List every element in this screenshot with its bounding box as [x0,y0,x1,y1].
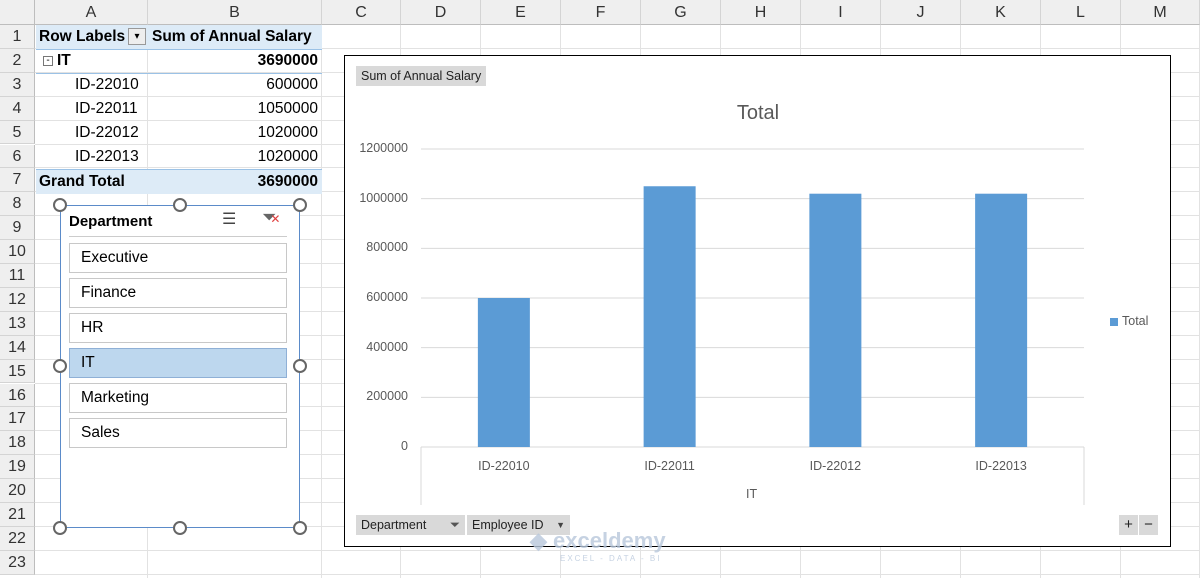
collapse-button[interactable]: − [1139,515,1158,535]
department-label: Department [361,518,427,532]
x-tick-label: ID-22012 [809,459,862,473]
bar-ID-22011 [643,186,696,447]
y-tick-label: 1000000 [359,190,408,205]
chart-plot [420,148,1085,505]
y-tick-label: 200000 [366,389,408,404]
bar-ID-22012 [809,193,862,447]
legend-label: Total [1122,314,1149,328]
y-tick-label: 400000 [366,339,408,354]
expand-button[interactable]: + [1119,515,1138,535]
department-field-button[interactable]: Department ⏷ [356,515,465,535]
y-tick-label: 1200000 [359,141,408,155]
x-tick-label: ID-22013 [975,459,1027,473]
y-tick-label: 0 [401,439,408,453]
legend-swatch [1110,318,1118,326]
x-tick-label: ID-22011 [644,459,695,473]
y-tick-label: 800000 [366,240,408,255]
x-tick-label: ID-22010 [478,459,530,473]
bar-ID-22013 [975,193,1028,447]
filter-icon: ⏷ [449,518,460,532]
y-tick-label: 600000 [366,290,408,304]
watermark-logo: ◆ exceldemy EXCEL - DATA - BI [530,528,666,563]
group-axis-label: IT [746,487,758,501]
bar-ID-22010 [477,298,530,447]
